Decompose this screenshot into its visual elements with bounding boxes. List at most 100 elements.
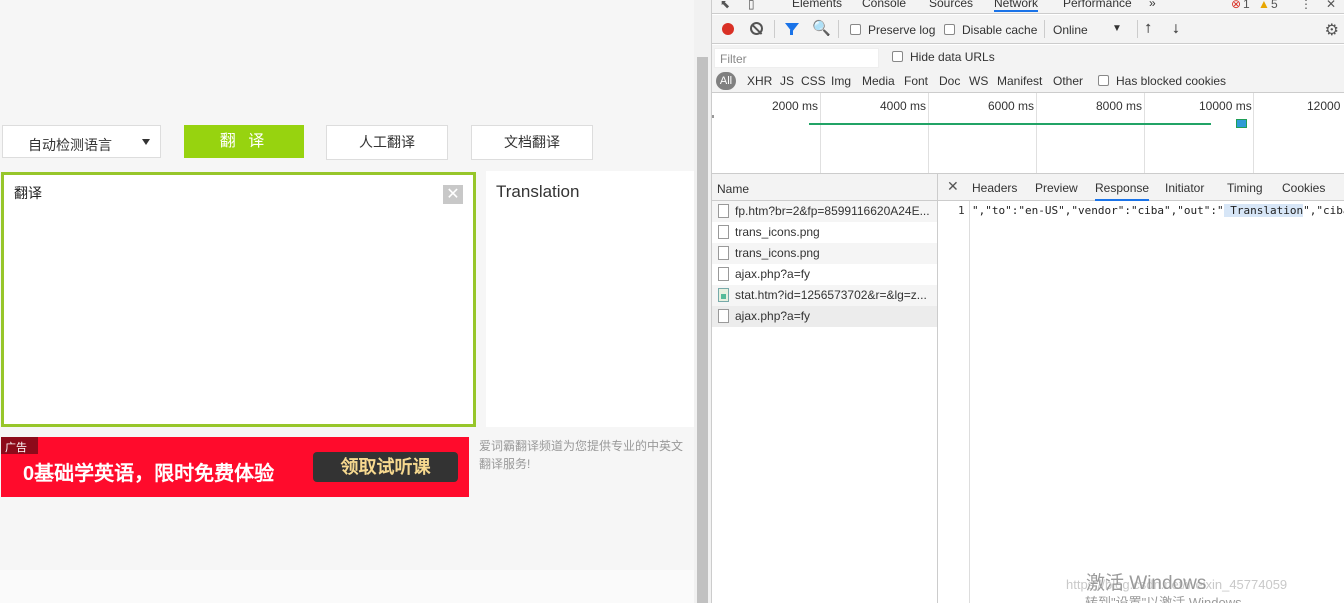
search-icon[interactable]: 🔍	[812, 19, 831, 37]
response-text-tail: ","ciba	[1303, 204, 1344, 217]
tab-performance[interactable]: Performance	[1063, 0, 1132, 10]
type-filter-ws[interactable]: WS	[969, 74, 988, 88]
clear-log-icon[interactable]	[750, 22, 763, 35]
request-name: ajax.php?a=fy	[735, 309, 811, 323]
hide-data-urls-label: Hide data URLs	[910, 50, 995, 64]
close-devtools-icon[interactable]: ✕	[1326, 0, 1336, 11]
scrollbar-thumb[interactable]	[697, 57, 708, 603]
toolbar-divider	[774, 20, 775, 38]
type-filter-css[interactable]: CSS	[801, 74, 826, 88]
request-rows: fp.htm?br=2&fp=8599116620A24E... trans_i…	[712, 201, 937, 327]
warning-count: 5	[1271, 0, 1278, 11]
throttle-select[interactable]: Online	[1053, 23, 1088, 37]
request-row[interactable]: trans_icons.png	[712, 243, 937, 264]
request-row[interactable]: stat.htm?id=1256573702&r=&lg=z...	[712, 285, 937, 306]
clear-icon[interactable]: ✕	[443, 185, 463, 204]
language-select[interactable]: 自动检测语言	[2, 125, 161, 158]
type-filter-xhr[interactable]: XHR	[747, 74, 772, 88]
tab-sources[interactable]: Sources	[929, 0, 973, 10]
preserve-log-label: Preserve log	[868, 23, 936, 37]
toolbar-divider	[1044, 20, 1045, 38]
page-scrollbar[interactable]	[694, 0, 711, 603]
type-filter-all[interactable]: All	[716, 72, 736, 90]
blocked-cookies-checkbox[interactable]	[1098, 75, 1109, 86]
type-filter-manifest[interactable]: Manifest	[997, 74, 1042, 88]
tab-timing[interactable]: Timing	[1227, 181, 1263, 195]
doc-icon	[718, 309, 729, 323]
filter-placeholder: Filter	[720, 52, 747, 66]
filter-icon[interactable]	[785, 23, 799, 35]
activation-watermark-sub: 转到"设置"以激活 Windows。	[1085, 595, 1255, 603]
preserve-log-checkbox[interactable]	[850, 24, 861, 35]
tab-initiator[interactable]: Initiator	[1165, 181, 1204, 195]
tab-elements[interactable]: Elements	[792, 0, 842, 10]
close-detail-icon[interactable]: ✕	[947, 178, 959, 195]
translation-output: Translation	[486, 171, 694, 427]
request-name: ajax.php?a=fy	[735, 267, 811, 281]
tab-preview[interactable]: Preview	[1035, 181, 1078, 195]
timeline-label: 2000 ms	[772, 99, 819, 113]
network-toolbar: 🔍 Preserve log Disable cache Online ▼ ⭡ …	[712, 15, 1344, 44]
type-filter-media[interactable]: Media	[862, 74, 895, 88]
doc-icon	[718, 246, 729, 260]
response-body[interactable]: ","to":"en-US","vendor":"ciba","out":" T…	[972, 204, 1344, 217]
type-filter-js[interactable]: JS	[780, 74, 794, 88]
request-row[interactable]: trans_icons.png	[712, 222, 937, 243]
tab-response[interactable]: Response	[1095, 181, 1150, 201]
request-row[interactable]: fp.htm?br=2&fp=8599116620A24E...	[712, 201, 937, 222]
doc-icon	[718, 225, 729, 239]
doc-translate-button[interactable]: 文档翻译	[471, 125, 593, 160]
timeline-request-bar	[809, 123, 1211, 125]
ad-banner[interactable]: 广告 0基础学英语，限时免费体验 领取试听课	[1, 437, 469, 497]
network-overview-timeline[interactable]: 2000 ms 4000 ms 6000 ms 8000 ms 10000 ms…	[712, 93, 1344, 174]
type-filter-img[interactable]: Img	[831, 74, 851, 88]
disable-cache-checkbox[interactable]	[944, 24, 955, 35]
disable-cache-label: Disable cache	[962, 23, 1038, 37]
devtools-panel: ⬉ ▯ Elements Console Sources Network Per…	[711, 0, 1344, 603]
source-textarea[interactable]: 翻译	[1, 172, 476, 427]
import-har-icon[interactable]: ⭡	[1145, 21, 1151, 37]
type-filter-font[interactable]: Font	[904, 74, 928, 88]
warning-icon[interactable]: ▲	[1258, 0, 1270, 11]
name-column-header[interactable]: Name	[712, 174, 937, 201]
type-filter-doc[interactable]: Doc	[939, 74, 960, 88]
resource-type-bar: All XHR JS CSS Img Media Font Doc WS Man…	[712, 70, 1344, 93]
translator-page: 自动检测语言 翻 译 人工翻译 文档翻译 翻译 ✕ Translation 广告…	[0, 0, 694, 603]
intro-line-1: 爱词霸翻译频道为您提供专业的中英文	[479, 439, 684, 453]
timeline-gridline	[928, 93, 929, 173]
tab-network[interactable]: Network	[994, 0, 1039, 12]
filter-input[interactable]: Filter	[714, 48, 879, 68]
type-filter-other[interactable]: Other	[1053, 74, 1083, 88]
request-row-selected[interactable]: ajax.php?a=fy	[712, 306, 937, 327]
tab-console[interactable]: Console	[862, 0, 906, 10]
request-row[interactable]: ajax.php?a=fy	[712, 264, 937, 285]
toolbar-divider	[838, 20, 839, 38]
device-toolbar-icon[interactable]: ▯	[748, 0, 755, 11]
throttle-chevron-icon[interactable]: ▼	[1112, 23, 1122, 34]
error-count: 1	[1243, 0, 1250, 11]
export-har-icon[interactable]: ⭣	[1173, 21, 1179, 37]
request-name: stat.htm?id=1256573702&r=&lg=z...	[735, 288, 927, 302]
request-name: trans_icons.png	[735, 246, 820, 260]
record-icon[interactable]	[722, 23, 734, 35]
timeline-gridline	[820, 93, 821, 173]
hide-data-urls-checkbox[interactable]	[892, 51, 903, 62]
request-name: fp.htm?br=2&fp=8599116620A24E...	[735, 204, 930, 218]
tab-cookies[interactable]: Cookies	[1282, 181, 1325, 195]
gear-icon[interactable]: ⚙	[1325, 20, 1339, 40]
ad-tag: 广告	[1, 437, 38, 454]
timeline-gridline	[1144, 93, 1145, 173]
language-select-value: 自动检测语言	[28, 137, 112, 153]
translate-button[interactable]: 翻 译	[184, 125, 304, 158]
inspect-icon[interactable]: ⬉	[720, 0, 730, 11]
error-icon[interactable]: ⊗	[1231, 0, 1241, 11]
more-tabs-icon[interactable]: »	[1149, 0, 1156, 10]
ad-cta-button[interactable]: 领取试听课	[313, 452, 458, 482]
menu-dots-icon[interactable]: ⋮	[1300, 0, 1312, 11]
detail-tab-bar: ✕ Headers Preview Response Initiator Tim…	[938, 174, 1344, 201]
intro-text: 爱词霸翻译频道为您提供专业的中英文 翻译服务!	[479, 437, 694, 473]
human-translate-button[interactable]: 人工翻译	[326, 125, 448, 160]
tab-headers[interactable]: Headers	[972, 181, 1017, 195]
timeline-gridline	[1036, 93, 1037, 173]
filter-bar: Filter Hide data URLs	[712, 45, 1344, 70]
